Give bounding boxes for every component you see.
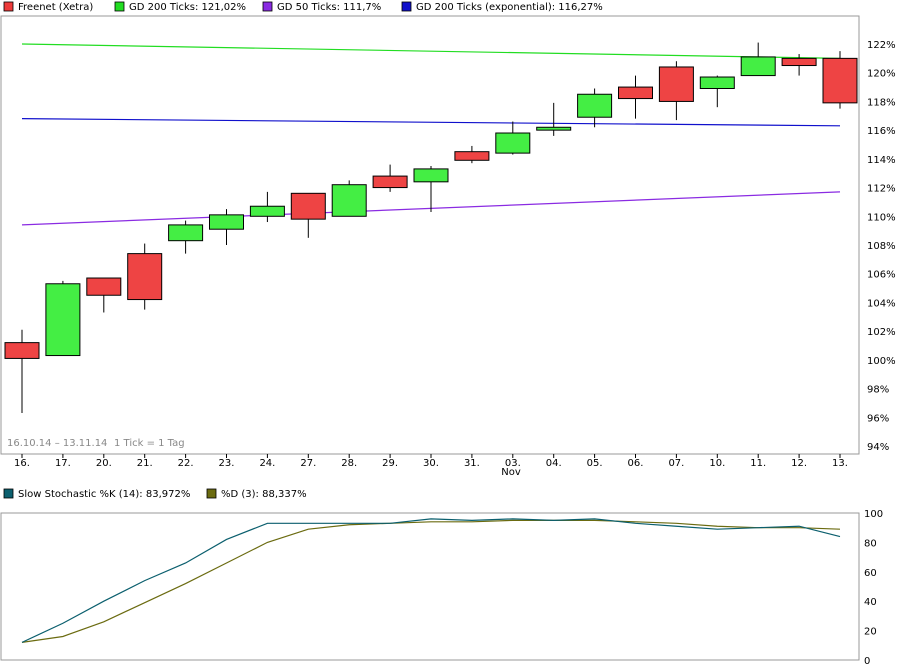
x-tick-label: 23. xyxy=(219,458,235,469)
x-tick-label: 21. xyxy=(137,458,153,469)
osc-legend-swatch-1 xyxy=(206,488,217,499)
osc-y-tick-label: 60 xyxy=(864,568,877,579)
y-tick-label: 100% xyxy=(867,356,896,367)
x-tick-label: 10. xyxy=(709,458,725,469)
main-legend-label-0: Freenet (Xetra) xyxy=(18,2,93,13)
x-tick-label: 20. xyxy=(96,458,112,469)
month-label: Nov xyxy=(501,467,521,478)
main-legend-swatch-0 xyxy=(3,1,14,12)
oscillator-plot-area xyxy=(0,512,860,661)
x-axis: 16. 17. 20. 21. 22. 23. 24. 27. 28. 29. 30. 31. 03. 0… xyxy=(14,454,848,469)
osc-y-tick-label: 80 xyxy=(864,538,877,549)
main-legend: Freenet (Xetra) GD 200 Ticks: 121,02% GD 5… xyxy=(3,1,603,13)
x-tick-label: 13. xyxy=(832,458,848,469)
candle-body xyxy=(168,224,204,242)
osc-y-tick-label: 20 xyxy=(864,627,877,638)
x-tick-label: 31. xyxy=(464,458,480,469)
candle-body xyxy=(209,214,244,230)
main-legend-swatch-1 xyxy=(114,1,125,12)
y-tick-label: 96% xyxy=(867,413,889,424)
osc-y-tick-label: 0 xyxy=(864,656,870,667)
main-legend-label-3: GD 200 Ticks (exponential): 116,27% xyxy=(416,2,603,13)
osc-legend-swatch-0 xyxy=(3,488,14,499)
candle-body xyxy=(86,277,122,296)
main-y-axis: 94% 96% 98% 100% 102% 104% 106% 108% 110% 112% 114… xyxy=(867,40,896,453)
candle-body xyxy=(127,253,163,301)
y-tick-label: 110% xyxy=(867,212,896,223)
candle-body xyxy=(4,342,40,359)
y-tick-label: 98% xyxy=(867,385,889,396)
main-legend-swatch-2 xyxy=(262,1,273,12)
osc-y-tick-label: 100 xyxy=(864,509,883,520)
date-range-label: 16.10.14 – 13.11.14 xyxy=(7,438,107,449)
candle-body xyxy=(740,56,776,77)
y-tick-label: 102% xyxy=(867,327,896,338)
main-legend-label-1: GD 200 Ticks: 121,02% xyxy=(129,2,246,13)
candle-body xyxy=(781,57,817,67)
y-tick-label: 118% xyxy=(867,97,896,108)
x-tick-label: 04. xyxy=(546,458,562,469)
x-tick-label: 22. xyxy=(178,458,194,469)
candle-body xyxy=(331,184,367,217)
y-tick-label: 122% xyxy=(867,40,896,51)
x-tick-label: 17. xyxy=(55,458,71,469)
candle-body xyxy=(45,283,81,357)
x-tick-label: 24. xyxy=(259,458,275,469)
x-tick-label: 07. xyxy=(668,458,684,469)
candle-body xyxy=(290,192,326,220)
x-tick-label: 30. xyxy=(423,458,439,469)
tick-info-label: 1 Tick = 1 Tag xyxy=(114,438,185,449)
oscillator-legend: Slow Stochastic %K (14): 83,972% %D (3): … xyxy=(3,488,307,500)
y-tick-label: 120% xyxy=(867,69,896,80)
y-tick-label: 112% xyxy=(867,184,896,195)
main-legend-label-2: GD 50 Ticks: 111,7% xyxy=(277,2,381,13)
x-tick-label: 05. xyxy=(587,458,603,469)
y-tick-label: 106% xyxy=(867,270,896,281)
x-tick-label: 11. xyxy=(750,458,766,469)
osc-legend-label-0: Slow Stochastic %K (14): 83,972% xyxy=(18,489,190,500)
candle-body xyxy=(372,175,408,189)
x-tick-label: 06. xyxy=(628,458,644,469)
osc-legend-label-1: %D (3): 88,337% xyxy=(221,489,307,500)
y-tick-label: 114% xyxy=(867,155,896,166)
x-tick-label: 29. xyxy=(382,458,398,469)
candle-body xyxy=(577,93,613,118)
candle-body xyxy=(413,168,449,183)
x-tick-label: 27. xyxy=(300,458,316,469)
x-tick-label: 12. xyxy=(791,458,807,469)
candle-body xyxy=(699,76,735,90)
y-tick-label: 116% xyxy=(867,126,896,137)
candle-body xyxy=(454,151,490,161)
main-legend-swatch-3 xyxy=(401,1,412,12)
y-tick-label: 108% xyxy=(867,241,896,252)
candle-body xyxy=(618,86,653,100)
oscillator-y-axis: 0 20 40 60 80 100 xyxy=(864,509,883,667)
y-tick-label: 94% xyxy=(867,442,889,453)
candle-body xyxy=(249,205,285,217)
osc-y-tick-label: 40 xyxy=(864,597,877,608)
candle-body xyxy=(495,132,531,154)
x-tick-label: 28. xyxy=(341,458,357,469)
stock-chart: Freenet (Xetra) GD 200 Ticks: 121,02% GD 5… xyxy=(0,1,896,667)
y-tick-label: 104% xyxy=(867,298,896,309)
candle-body xyxy=(536,126,572,131)
candle-body xyxy=(658,66,694,102)
candle-body xyxy=(822,57,858,104)
x-tick-label: 16. xyxy=(14,458,30,469)
